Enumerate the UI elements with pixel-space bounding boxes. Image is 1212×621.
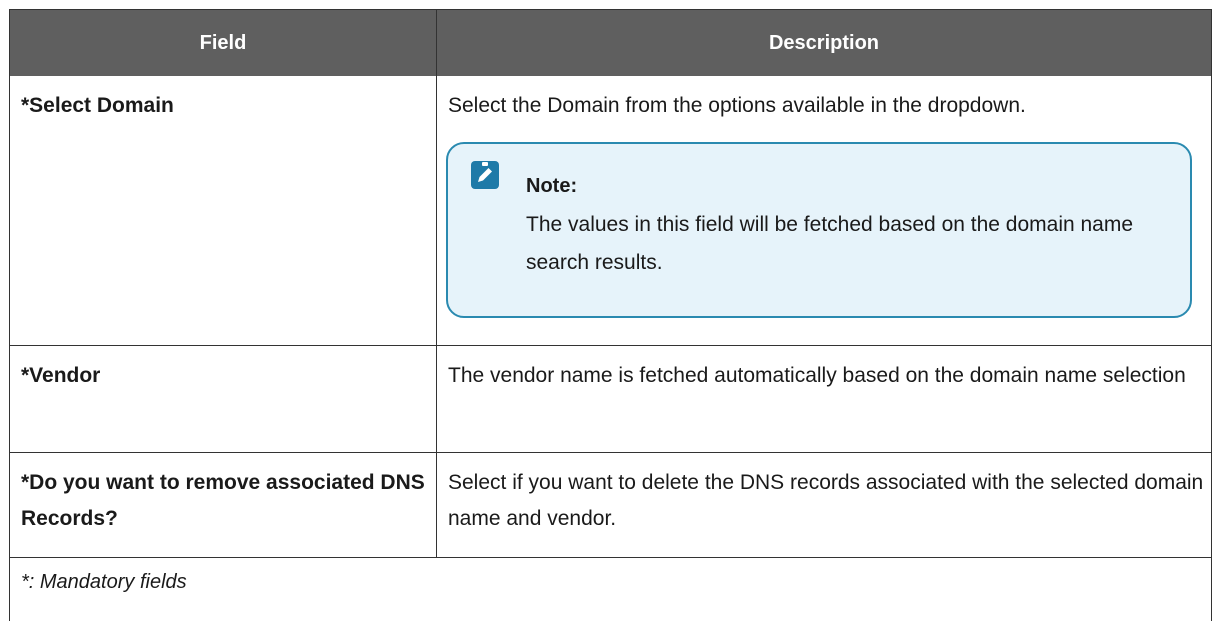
table-row: *Select Domain Select the Domain from th… [9,76,1212,346]
table-row: *Do you want to remove associated DNS Re… [9,453,1212,558]
field-name: *Vendor [10,346,437,452]
field-description-cell: Select the Domain from the options avail… [437,76,1211,345]
note-text: The values in this field will be fetched… [526,213,1134,274]
table-row: *Vendor The vendor name is fetched autom… [9,346,1212,453]
footnote: *: Mandatory fields [21,571,187,593]
field-description: The vendor name is fetched automatically… [448,364,1186,387]
table-footnote-row: *: Mandatory fields [9,558,1212,621]
header-field: Field [10,10,437,76]
field-description: Select if you want to delete the DNS rec… [448,471,1204,530]
note-box: Note: The values in this field will be f… [446,142,1192,318]
header-description: Description [768,31,880,54]
field-name: *Select Domain [10,76,437,345]
field-name: *Do you want to remove associated DNS Re… [10,453,437,557]
field-description: Select the Domain from the options avail… [448,94,1026,117]
note-title: Note: [526,175,578,197]
table-header-row: Field Description [9,9,1212,76]
pencil-clipboard-icon [471,161,499,189]
fields-table: Field Description *Select Domain Select … [9,9,1212,621]
